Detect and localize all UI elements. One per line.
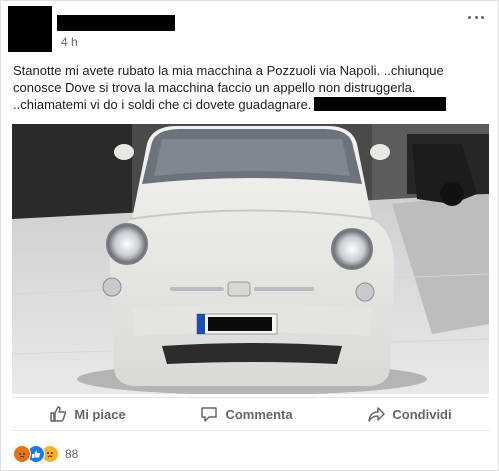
comment-button[interactable]: Commenta xyxy=(200,405,293,423)
redacted-text xyxy=(314,97,447,111)
comment-label: Commenta xyxy=(225,406,293,422)
reaction-count[interactable]: 88 xyxy=(65,447,78,461)
facebook-post: 4 h Stanotte mi avete rubato la mia macc… xyxy=(0,0,499,471)
white-car-photo xyxy=(12,124,489,394)
author-name-redacted[interactable] xyxy=(57,15,175,31)
more-options-icon[interactable] xyxy=(468,14,484,20)
avatar-redacted[interactable] xyxy=(8,6,52,52)
like-label: Mi piace xyxy=(74,406,126,422)
post-photo[interactable] xyxy=(12,124,489,394)
post-text-line: ..chiamatemi vi do i soldi che ci dovete… xyxy=(13,96,493,113)
reactions-summary[interactable]: 88 xyxy=(13,445,78,463)
post-timestamp[interactable]: 4 h xyxy=(61,35,78,49)
like-button[interactable]: Mi piace xyxy=(49,405,126,423)
share-label: Condividi xyxy=(392,406,452,422)
share-arrow-icon xyxy=(368,407,386,422)
thumbs-up-icon xyxy=(50,406,67,422)
post-text-line: Stanotte mi avete rubato la mia macchina… xyxy=(13,63,444,78)
angry-reaction-icon xyxy=(13,445,31,463)
post-action-bar: Mi piace Commenta Condividi xyxy=(12,397,489,431)
share-button[interactable]: Condividi xyxy=(367,405,452,423)
post-text: Stanotte mi avete rubato la mia macchina… xyxy=(13,62,493,113)
post-text-line: conosce Dove si trova la macchina faccio… xyxy=(13,80,416,95)
post-header: 4 h xyxy=(1,1,498,57)
comment-icon xyxy=(201,407,218,422)
post-text-line-content: ..chiamatemi vi do i soldi che ci dovete… xyxy=(13,97,312,112)
